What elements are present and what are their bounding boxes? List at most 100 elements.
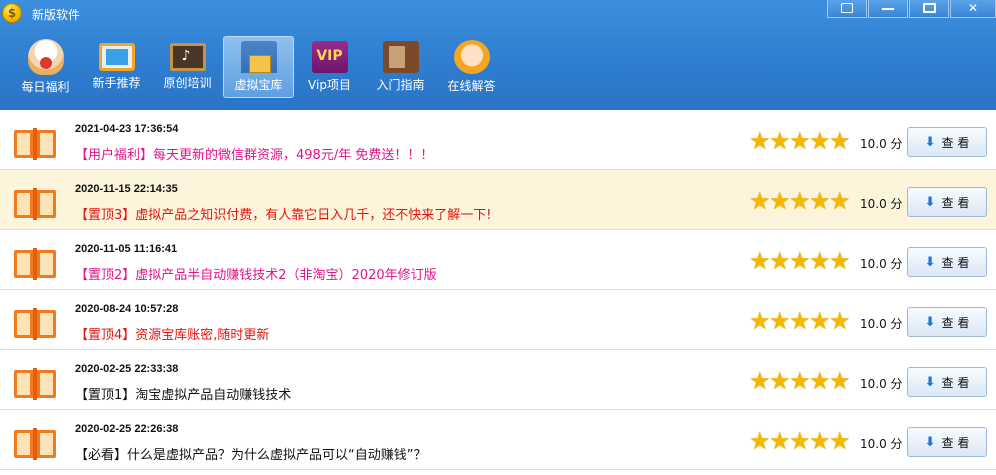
view-button[interactable]: ⬇ 查 看 [907, 247, 987, 277]
item-title[interactable]: 【置顶1】淘宝虚拟产品自动赚钱技术 [75, 384, 291, 403]
minimize-button[interactable] [868, 0, 908, 18]
view-button-label: 查 看 [941, 255, 970, 270]
star-icon: ★ [829, 427, 851, 455]
nav-item-label: Vip项目 [308, 78, 351, 92]
star-icon: ★ [789, 367, 811, 395]
nav-item-vip[interactable]: VIP Vip项目 [294, 36, 365, 98]
open-book-icon [14, 188, 56, 222]
download-arrow-icon: ⬇ [924, 134, 936, 150]
download-arrow-icon: ⬇ [924, 374, 936, 390]
maximize-button[interactable] [909, 0, 949, 18]
star-icon: ★ [829, 247, 851, 275]
star-icon: ★ [789, 427, 811, 455]
star-icon: ★ [749, 427, 771, 455]
support-agent-icon [453, 40, 490, 74]
star-icon: ★ [749, 367, 771, 395]
item-score: 10.0 分 [860, 377, 903, 391]
view-button-label: 查 看 [941, 135, 970, 150]
app-logo-icon: $ [2, 3, 22, 23]
list-item[interactable]: 2021-04-23 17:36:54 【用户福利】每天更新的微信群资源，498… [0, 110, 996, 170]
item-date: 2020-02-25 22:26:38 [75, 423, 179, 435]
title-bar: $ 新版软件 ✕ 每日福利 新手推荐 原创培训 虚拟宝库 VIP Vip项目 [0, 0, 996, 110]
close-button[interactable]: ✕ [950, 0, 996, 18]
star-icon: ★ [809, 367, 831, 395]
star-icon: ★ [769, 427, 791, 455]
nav-item-label: 入门指南 [376, 78, 425, 92]
item-date: 2020-11-15 22:14:35 [75, 183, 178, 195]
star-icon: ★ [749, 307, 771, 335]
item-score: 10.0 分 [860, 257, 903, 271]
star-icon: ★ [789, 307, 811, 335]
item-date: 2020-08-24 10:57:28 [75, 303, 179, 315]
item-title[interactable]: 【用户福利】每天更新的微信群资源，498元/年 免费送！！！ [75, 144, 433, 163]
download-arrow-icon: ⬇ [924, 314, 936, 330]
nav-item-label: 原创培训 [163, 76, 212, 90]
view-button[interactable]: ⬇ 查 看 [907, 367, 987, 397]
open-book-icon [14, 128, 56, 162]
download-arrow-icon: ⬇ [924, 434, 936, 450]
list-item[interactable]: 2020-11-15 22:14:35 【置顶3】虚拟产品之知识付费，有人靠它日… [0, 170, 996, 230]
item-score: 10.0 分 [860, 137, 903, 151]
main-nav: 每日福利 新手推荐 原创培训 虚拟宝库 VIP Vip项目 入门指南 在线解答 [10, 36, 507, 98]
item-title[interactable]: 【置顶2】虚拟产品半自动赚钱技术2（非淘宝）2020年修订版 [75, 264, 437, 283]
star-icon: ★ [789, 127, 811, 155]
view-button[interactable]: ⬇ 查 看 [907, 127, 987, 157]
maximize-icon [922, 3, 936, 13]
star-icon: ★ [809, 427, 831, 455]
open-book-icon [14, 248, 56, 282]
nav-item-guide[interactable]: 入门指南 [365, 36, 436, 98]
view-button[interactable]: ⬇ 查 看 [907, 307, 987, 337]
star-icon: ★ [749, 127, 771, 155]
list-item[interactable]: 2020-11-05 11:16:41 【置顶2】虚拟产品半自动赚钱技术2（非淘… [0, 230, 996, 290]
app-title: 新版软件 [32, 8, 81, 22]
view-button[interactable]: ⬇ 查 看 [907, 187, 987, 217]
skin-button[interactable] [827, 0, 867, 18]
rating-stars: ★ ★ ★ ★ ★ [749, 367, 851, 395]
nav-item-online-help[interactable]: 在线解答 [436, 36, 507, 98]
star-icon: ★ [769, 367, 791, 395]
list-item[interactable]: 2020-02-25 22:26:38 【必看】什么是虚拟产品？为什么虚拟产品可… [0, 410, 996, 470]
item-date: 2021-04-23 17:36:54 [75, 123, 179, 135]
nav-item-beginner[interactable]: 新手推荐 [81, 36, 152, 98]
star-icon: ★ [829, 367, 851, 395]
item-date: 2020-02-25 22:33:38 [75, 363, 179, 375]
item-score: 10.0 分 [860, 317, 903, 331]
rating-stars: ★ ★ ★ ★ ★ [749, 187, 851, 215]
view-button-label: 查 看 [941, 435, 970, 450]
nav-item-training[interactable]: 原创培训 [152, 36, 223, 98]
item-date: 2020-11-05 11:16:41 [75, 243, 178, 255]
nav-item-label: 虚拟宝库 [234, 78, 283, 92]
open-book-icon [14, 308, 56, 342]
open-book-icon [14, 368, 56, 402]
star-icon: ★ [809, 307, 831, 335]
list-item[interactable]: 2020-02-25 22:33:38 【置顶1】淘宝虚拟产品自动赚钱技术 ★ ★… [0, 350, 996, 410]
nav-item-virtual-vault[interactable]: 虚拟宝库 [223, 36, 294, 98]
vip-icon: VIP [311, 41, 348, 73]
book-stack-icon [382, 41, 419, 73]
resource-list: 2021-04-23 17:36:54 【用户福利】每天更新的微信群资源，498… [0, 110, 996, 470]
star-icon: ★ [749, 187, 771, 215]
item-title[interactable]: 【置顶3】虚拟产品之知识付费，有人靠它日入几千，还不快来了解一下! [75, 204, 491, 223]
close-icon: ✕ [967, 1, 979, 15]
view-button[interactable]: ⬇ 查 看 [907, 427, 987, 457]
chalkboard-icon [169, 43, 206, 71]
monitor-icon [98, 43, 135, 71]
star-icon: ★ [789, 247, 811, 275]
nav-item-label: 新手推荐 [92, 76, 141, 90]
minimize-icon [882, 7, 894, 10]
star-icon: ★ [809, 187, 831, 215]
item-title[interactable]: 【必看】什么是虚拟产品？为什么虚拟产品可以“自动赚钱”？ [75, 444, 426, 463]
download-arrow-icon: ⬇ [924, 254, 936, 270]
list-item[interactable]: 2020-08-24 10:57:28 【置顶4】资源宝库账密,随时更新 ★ ★ ★… [0, 290, 996, 350]
item-title[interactable]: 【置顶4】资源宝库账密,随时更新 [75, 324, 269, 343]
view-button-label: 查 看 [941, 375, 970, 390]
star-icon: ★ [829, 127, 851, 155]
rating-stars: ★ ★ ★ ★ ★ [749, 307, 851, 335]
star-icon: ★ [769, 307, 791, 335]
star-icon: ★ [769, 127, 791, 155]
lucky-cat-icon [27, 39, 64, 75]
open-book-icon [14, 428, 56, 462]
nav-item-daily-welfare[interactable]: 每日福利 [10, 36, 81, 98]
star-icon: ★ [769, 187, 791, 215]
item-score: 10.0 分 [860, 437, 903, 451]
